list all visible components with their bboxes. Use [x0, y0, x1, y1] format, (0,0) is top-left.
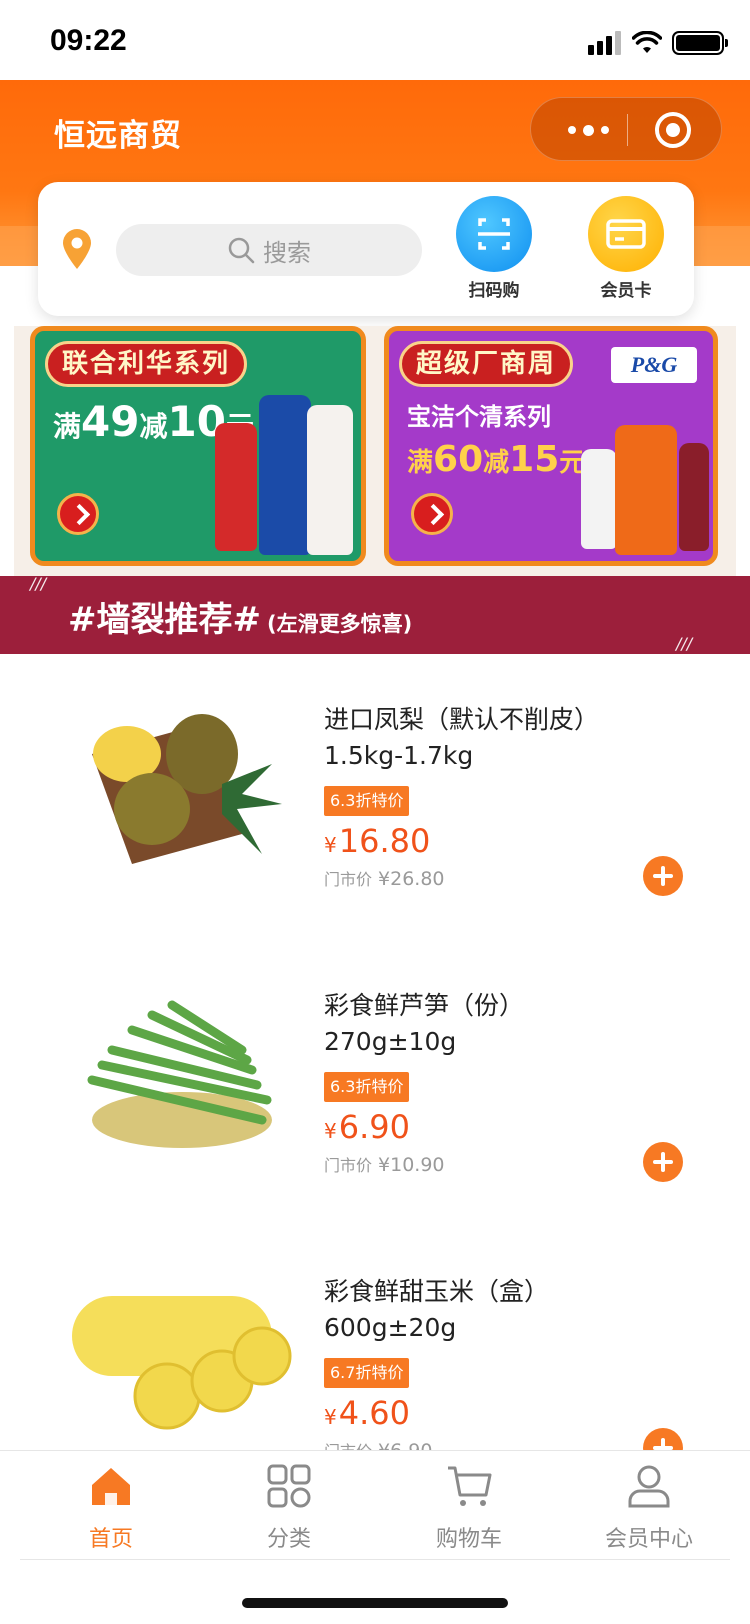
product-bottle-image — [581, 449, 617, 549]
section-title: #墙裂推荐# (左滑更多惊喜) — [68, 600, 413, 640]
cellular-signal-icon — [588, 31, 622, 55]
market-price: 门市价 ¥26.80 — [324, 868, 445, 890]
app-title: 恒远商贸 — [54, 118, 182, 154]
product-name: 彩食鲜甜玉米（盒）600g±20g — [324, 1277, 550, 1342]
tab-label: 分类 — [266, 1527, 311, 1552]
tab-label: 首页 — [88, 1527, 133, 1552]
decor-slashes: /// — [30, 574, 47, 593]
discount-badge: 6.7折特价 — [324, 1358, 410, 1388]
product-bottle-image — [259, 395, 311, 555]
tab-member-center[interactable]: 会员中心 — [584, 1463, 714, 1553]
add-to-cart-icon[interactable] — [643, 1142, 683, 1182]
product-bottle-image — [615, 425, 677, 555]
scan-to-buy-button[interactable]: 扫码购 — [454, 196, 534, 301]
mini-program-capsule — [530, 97, 722, 161]
discount-badge: 6.3折特价 — [324, 1072, 410, 1102]
banner-arrow-icon[interactable] — [57, 493, 99, 535]
unilever-promo-banner[interactable]: 联合利华系列 满49减10元 — [30, 326, 366, 566]
battery-icon — [672, 31, 728, 55]
close-mini-program-icon[interactable] — [655, 112, 691, 148]
decor-slashes: /// — [676, 634, 693, 653]
tab-label: 会员中心 — [604, 1527, 693, 1552]
banner-subtitle: 宝洁个清系列 — [407, 403, 551, 431]
add-to-cart-icon[interactable] — [643, 856, 683, 896]
discount-badge: 6.3折特价 — [324, 786, 410, 816]
banner-arrow-icon[interactable] — [411, 493, 453, 535]
membership-card-icon — [606, 219, 646, 249]
home-icon — [92, 1468, 130, 1505]
user-icon — [628, 1465, 670, 1508]
pg-promo-banner[interactable]: 超级厂商周 P&G 宝洁个清系列 满60减15元 — [384, 326, 718, 566]
cart-icon — [448, 1466, 492, 1506]
status-icons — [588, 28, 728, 58]
category-icon — [267, 1464, 311, 1508]
product-bottle-image — [215, 423, 257, 551]
tab-cart[interactable]: 购物车 — [404, 1463, 534, 1553]
tab-label: 购物车 — [435, 1527, 502, 1552]
product-bottle-image — [307, 405, 353, 555]
pg-logo: P&G — [611, 347, 697, 383]
product-price: ¥4.60 — [324, 1394, 410, 1432]
pineapple-image — [92, 714, 282, 864]
scan-icon — [478, 218, 510, 250]
banner-offer: 满60减15元 — [407, 439, 586, 480]
banner-tag: 超级厂商周 — [399, 341, 574, 387]
product-price: ¥16.80 — [324, 822, 431, 860]
section-subtitle: (左滑更多惊喜) — [266, 612, 413, 636]
tab-home[interactable]: 首页 — [46, 1463, 176, 1553]
bottom-tab-bar: 首页 分类 购物车 会员中心 — [0, 1450, 750, 1560]
product-bottle-image — [679, 443, 709, 551]
membership-card-label: 会员卡 — [600, 281, 652, 301]
product-name: 进口凤梨（默认不削皮）1.5kg-1.7kg — [324, 705, 600, 770]
search-icon — [228, 237, 255, 264]
search-card: 搜索 扫码购 会员卡 — [38, 182, 694, 316]
membership-card-button[interactable]: 会员卡 — [586, 196, 666, 301]
location-pin-icon[interactable] — [60, 228, 94, 270]
corn-image — [72, 1296, 292, 1430]
promo-banners: 联合利华系列 满49减10元 超级厂商周 P&G 宝洁个清系列 满60减15元 — [14, 326, 736, 576]
market-price: 门市价 ¥10.90 — [324, 1154, 445, 1176]
product-price: ¥6.90 — [324, 1108, 410, 1146]
recommend-section-banner: /// #墙裂推荐# (左滑更多惊喜) /// — [0, 574, 750, 654]
product-item[interactable]: 彩食鲜芦笋（份）270g±10g 6.3折特价 ¥6.90 门市价 ¥10.90 — [0, 950, 750, 1236]
scan-to-buy-label: 扫码购 — [468, 281, 520, 301]
status-bar: 09:22 — [0, 0, 750, 80]
product-item[interactable]: 进口凤梨（默认不削皮）1.5kg-1.7kg 6.3折特价 ¥16.80 门市价… — [0, 664, 750, 950]
tab-category[interactable]: 分类 — [224, 1463, 354, 1553]
asparagus-image — [87, 1000, 272, 1148]
banner-tag: 联合利华系列 — [45, 341, 248, 387]
search-placeholder: 搜索 — [263, 238, 311, 267]
tab-divider — [20, 1559, 730, 1560]
wifi-icon — [632, 31, 662, 53]
status-time: 09:22 — [50, 24, 127, 57]
search-input[interactable]: 搜索 — [116, 224, 422, 276]
product-name: 彩食鲜芦笋（份）270g±10g — [324, 991, 525, 1056]
more-options-icon[interactable] — [553, 98, 623, 162]
home-indicator — [242, 1598, 508, 1608]
